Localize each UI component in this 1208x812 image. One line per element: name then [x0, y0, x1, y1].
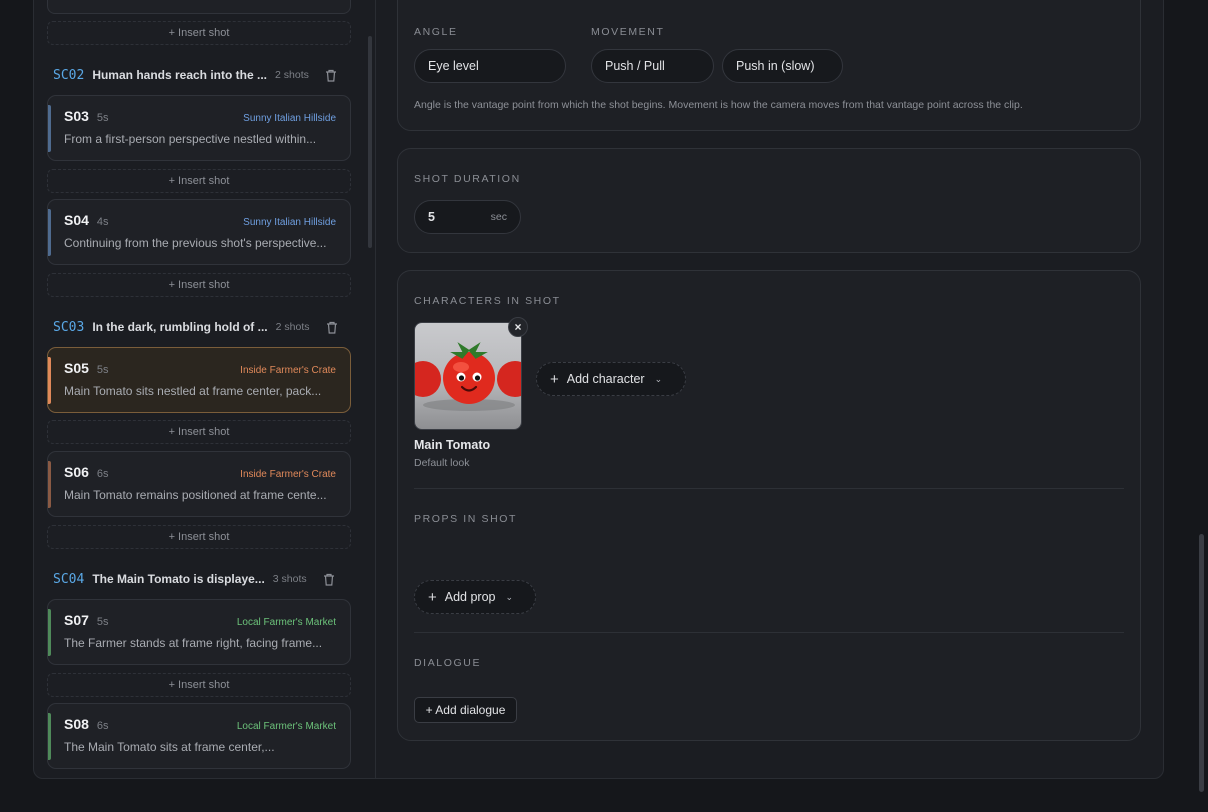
- props-label: PROPS IN SHOT: [414, 513, 518, 525]
- shot-card[interactable]: S03 5s Sunny Italian Hillside From a fir…: [47, 95, 351, 161]
- scene-header: SC02 Human hands reach into the ... 2 sh…: [53, 64, 353, 86]
- plus-icon: +: [428, 588, 437, 606]
- shot-description: Main Tomato sits nestled at frame center…: [64, 384, 322, 398]
- shot-id: S06: [64, 464, 89, 480]
- shot-card[interactable]: S06 6s Inside Farmer's Crate Main Tomato…: [47, 451, 351, 517]
- shot-id: S05: [64, 360, 89, 376]
- shot-location: Inside Farmer's Crate: [240, 469, 336, 480]
- characters-label: CHARACTERS IN SHOT: [414, 295, 561, 307]
- scene-shot-count: 2 shots: [275, 69, 309, 81]
- shot-duration: 6s: [96, 720, 109, 732]
- add-prop-button[interactable]: + Add prop ⌄: [414, 580, 536, 614]
- shot-description: Continuing from the previous shot's pers…: [64, 236, 327, 250]
- add-prop-label: Add prop: [444, 590, 496, 604]
- shot-location: Sunny Italian Hillside: [243, 217, 336, 228]
- angle-label: ANGLE: [414, 26, 458, 38]
- angle-select[interactable]: Eye level: [414, 49, 566, 83]
- scene-id: SC04: [53, 571, 85, 587]
- character-look: Default look: [414, 457, 470, 469]
- insert-shot-button[interactable]: + Insert shot: [47, 673, 351, 697]
- duration-unit: sec: [490, 211, 507, 223]
- shot-duration: 5s: [96, 616, 109, 628]
- movement-chip[interactable]: Push in (slow): [722, 49, 843, 83]
- duration-input[interactable]: 5 sec: [414, 200, 521, 234]
- shot-description: From a first-person perspective nestled …: [64, 132, 317, 146]
- add-dialogue-button[interactable]: + Add dialogue: [414, 697, 517, 723]
- shot-location: Inside Farmer's Crate: [240, 365, 336, 376]
- shot-card[interactable]: S04 4s Sunny Italian Hillside Continuing…: [47, 199, 351, 265]
- shot-location-edge: [48, 357, 51, 404]
- shot-id: S03: [64, 108, 89, 124]
- scene-shot-count: 2 shots: [275, 321, 310, 333]
- shot-location-edge: [48, 461, 51, 508]
- shot-location-edge: [48, 609, 51, 656]
- shot-id: S07: [64, 612, 89, 628]
- section-divider: [414, 488, 1124, 489]
- duration-value: 5: [428, 210, 435, 224]
- shot-duration: 5s: [96, 112, 109, 124]
- shot-description: Main Tomato remains positioned at frame …: [64, 488, 327, 502]
- sidebar-divider: [375, 0, 376, 778]
- shot-location-edge: [48, 209, 51, 256]
- sidebar-scrollbar[interactable]: [368, 36, 372, 248]
- add-character-label: Add character: [566, 372, 645, 386]
- plus-icon: +: [550, 370, 559, 388]
- add-character-button[interactable]: + Add character ⌄: [536, 362, 686, 396]
- shot-duration: 6s: [96, 468, 109, 480]
- shot-id: S08: [64, 716, 89, 732]
- trash-icon[interactable]: [325, 69, 337, 82]
- page-scrollbar[interactable]: [1199, 534, 1204, 792]
- insert-shot-button[interactable]: + Insert shot: [47, 525, 351, 549]
- character-name: Main Tomato: [414, 438, 491, 452]
- scene-header: SC04 The Main Tomato is displaye... 3 sh…: [53, 568, 353, 590]
- shot-description: The Main Tomato sits at frame center,...: [64, 740, 275, 754]
- close-icon[interactable]: ×: [508, 317, 528, 337]
- tomato-image: [415, 342, 521, 411]
- shot-location: Local Farmer's Market: [236, 617, 336, 628]
- movement-chip[interactable]: Push / Pull: [591, 49, 714, 83]
- scene-title[interactable]: In the dark, rumbling hold of ...: [92, 320, 267, 334]
- insert-shot-button[interactable]: + Insert shot: [47, 273, 351, 297]
- scene-title[interactable]: The Main Tomato is displaye...: [92, 572, 264, 586]
- shot-id: S04: [64, 212, 89, 228]
- shot-location-edge: [48, 713, 51, 760]
- insert-shot-button[interactable]: + Insert shot: [47, 169, 351, 193]
- shot-card-partial[interactable]: [47, 0, 351, 14]
- scene-id: SC03: [53, 319, 85, 335]
- scene-header: SC03 In the dark, rumbling hold of ... 2…: [53, 316, 353, 338]
- section-divider: [414, 632, 1124, 633]
- scene-title[interactable]: Human hands reach into the ...: [92, 68, 267, 82]
- shot-description: The Farmer stands at frame right, facing…: [64, 636, 323, 650]
- movement-label: MOVEMENT: [591, 26, 665, 38]
- character-thumbnail[interactable]: [414, 322, 522, 430]
- chevron-down-icon: ⌄: [505, 591, 514, 602]
- shot-location: Sunny Italian Hillside: [243, 113, 336, 124]
- shot-card[interactable]: S07 5s Local Farmer's Market The Farmer …: [47, 599, 351, 665]
- shot-card[interactable]: S08 6s Local Farmer's Market The Main To…: [47, 703, 351, 769]
- trash-icon[interactable]: [326, 321, 338, 334]
- insert-shot-button[interactable]: + Insert shot: [47, 21, 351, 45]
- shot-duration: 5s: [96, 364, 109, 376]
- scene-id: SC02: [53, 67, 85, 83]
- shot-card-selected[interactable]: S05 5s Inside Farmer's Crate Main Tomato…: [47, 347, 351, 413]
- shot-location-edge: [48, 105, 51, 152]
- trash-icon[interactable]: [323, 573, 335, 586]
- dialogue-label: DIALOGUE: [414, 657, 482, 669]
- camera-help-text: Angle is the vantage point from which th…: [414, 99, 1023, 111]
- duration-label: SHOT DURATION: [414, 173, 521, 185]
- scene-shot-count: 3 shots: [272, 573, 307, 585]
- insert-shot-button[interactable]: + Insert shot: [47, 420, 351, 444]
- shot-location: Local Farmer's Market: [236, 721, 336, 732]
- chevron-down-icon: ⌄: [654, 373, 663, 384]
- shot-duration: 4s: [96, 216, 109, 228]
